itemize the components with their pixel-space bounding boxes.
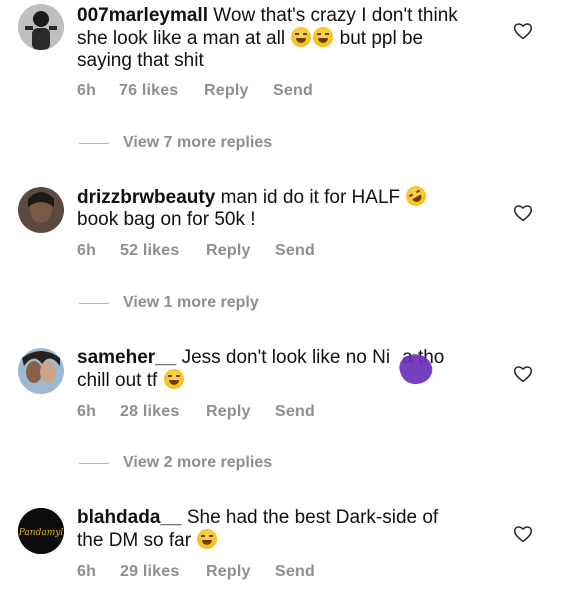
- tears-of-joy-emoji-icon: [313, 27, 334, 47]
- send-button[interactable]: Send: [275, 403, 315, 421]
- comment-time: 6h: [77, 403, 97, 420]
- comment-line: Jess don't look like no Ni: [181, 347, 391, 368]
- comment-line: She had the best Dark-side of: [186, 507, 439, 528]
- view-more-replies[interactable]: View 1 more reply: [0, 293, 567, 313]
- comment-line: chill out tf: [77, 370, 158, 391]
- divider: [79, 143, 109, 144]
- tears-of-joy-emoji-icon: [163, 369, 184, 389]
- comment-line: man id do it for HALF: [220, 187, 401, 208]
- comment-line: book bag on for 50k !: [77, 209, 256, 230]
- avatar[interactable]: [18, 4, 64, 50]
- comment-text: drizzbrwbeauty man id do it for HALF boo…: [77, 182, 487, 231]
- comment-line: the DM so far: [77, 530, 192, 551]
- view-replies-label[interactable]: View 2 more replies: [123, 454, 272, 472]
- heart-outline-icon[interactable]: [513, 204, 533, 222]
- divider: [79, 303, 109, 304]
- reply-button[interactable]: Reply: [206, 563, 251, 581]
- view-more-replies[interactable]: View 2 more replies: [0, 453, 567, 473]
- comment-username[interactable]: blahdada__: [77, 507, 182, 528]
- likes-count[interactable]: 52 likes: [120, 242, 179, 260]
- avatar[interactable]: [18, 348, 64, 394]
- comment-username[interactable]: 007marleymall: [77, 5, 208, 26]
- avatar-logo-text: Pandamyl: [18, 528, 63, 538]
- view-replies-label[interactable]: View 7 more replies: [123, 134, 272, 152]
- likes-count[interactable]: 76 likes: [119, 82, 178, 100]
- rolling-on-floor-laughing-emoji-icon: [402, 182, 431, 210]
- comment-username[interactable]: sameher__: [77, 347, 176, 368]
- heart-outline-icon[interactable]: [513, 365, 533, 383]
- heart-outline-icon[interactable]: [513, 525, 533, 543]
- comment-username[interactable]: drizzbrwbeauty: [77, 187, 215, 208]
- view-replies-label[interactable]: View 1 more reply: [123, 294, 259, 312]
- reply-button[interactable]: Reply: [206, 403, 251, 421]
- comment-time: 6h: [77, 242, 97, 259]
- comment-line: but ppl be: [339, 28, 424, 49]
- comment-line: Wow that's crazy I don't think: [213, 5, 458, 26]
- heart-outline-icon[interactable]: [513, 22, 533, 40]
- comment-time: 6h: [77, 563, 97, 580]
- tears-of-joy-emoji-icon: [291, 27, 312, 47]
- reply-button[interactable]: Reply: [204, 82, 249, 100]
- send-button[interactable]: Send: [273, 82, 313, 100]
- avatar[interactable]: [18, 187, 64, 233]
- tears-of-joy-emoji-icon: [197, 529, 218, 549]
- send-button[interactable]: Send: [275, 563, 315, 581]
- likes-count[interactable]: 29 likes: [120, 563, 179, 581]
- likes-count[interactable]: 28 likes: [120, 403, 179, 421]
- view-more-replies[interactable]: View 7 more replies: [0, 133, 567, 153]
- divider: [79, 463, 109, 464]
- comment-time: 6h: [77, 82, 97, 99]
- comment-text: blahdada__ She had the best Dark-side of…: [77, 507, 487, 552]
- comment-text: 007marleymall Wow that's crazy I don't t…: [77, 5, 487, 72]
- send-button[interactable]: Send: [275, 242, 315, 260]
- reply-button[interactable]: Reply: [206, 242, 251, 260]
- comment-line: saying that shit: [77, 50, 204, 71]
- comment-line: she look like a man at all: [77, 28, 286, 49]
- avatar[interactable]: Pandamyl: [18, 508, 64, 554]
